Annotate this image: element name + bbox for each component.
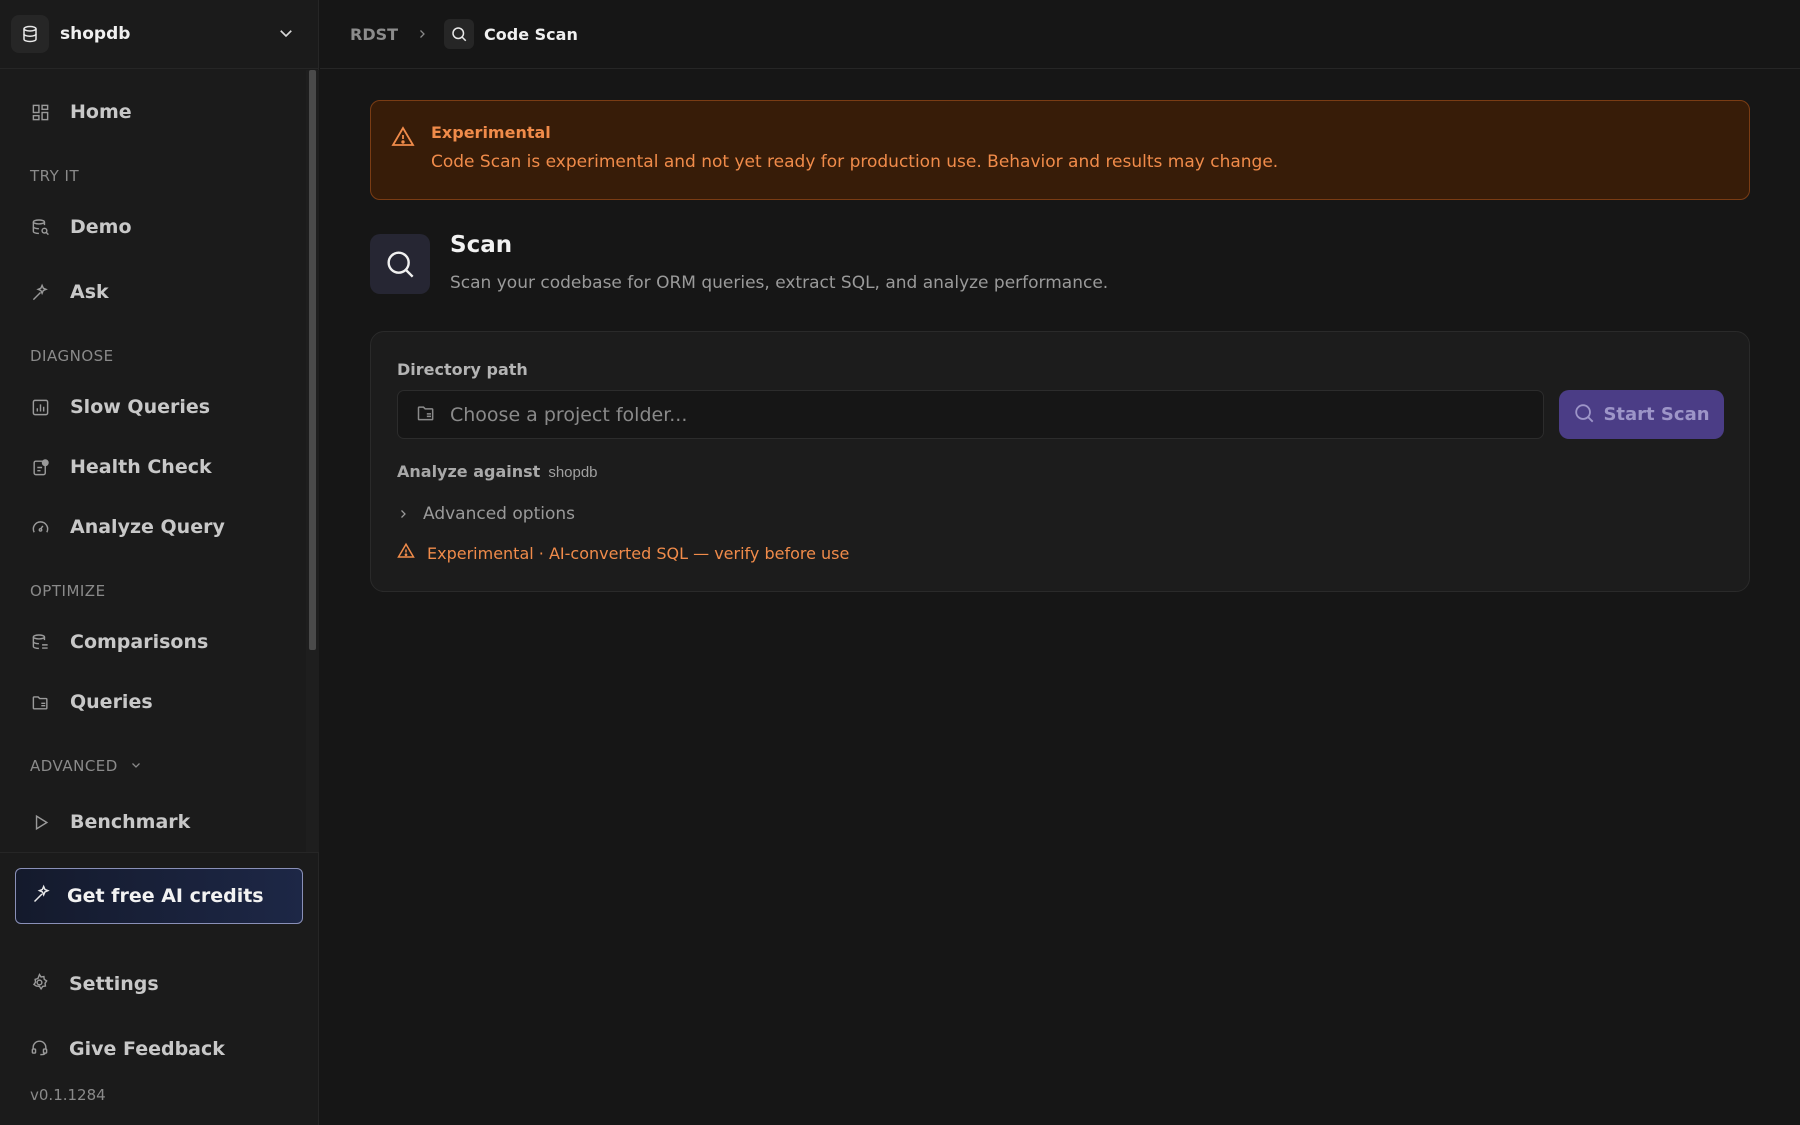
experimental-note: Experimental · AI-converted SQL — verify… (397, 542, 849, 564)
section-advanced[interactable]: ADVANCED (30, 757, 142, 775)
sidebar-item-home[interactable]: Home (0, 88, 306, 136)
sidebar-item-label: Slow Queries (70, 396, 211, 418)
sidebar-item-demo[interactable]: Demo (0, 203, 306, 251)
sidebar-item-label: Health Check (70, 456, 212, 478)
get-ai-credits-label: Get free AI credits (67, 885, 264, 907)
gauge-icon (30, 517, 50, 537)
scan-form: Directory path Choose a project folder..… (370, 331, 1750, 592)
section-label: DIAGNOSE (30, 347, 114, 365)
get-ai-credits-button[interactable]: Get free AI credits (15, 868, 303, 924)
database-search-icon (30, 217, 50, 237)
sidebar-item-label: Ask (70, 281, 109, 303)
analyze-label: Analyze against (397, 462, 541, 481)
search-icon (370, 234, 430, 294)
headset-icon (30, 1038, 49, 1061)
section-try-it: TRY IT (30, 167, 79, 185)
warning-triangle-icon (391, 125, 415, 153)
bar-chart-icon (30, 397, 50, 417)
folder-icon (416, 403, 436, 427)
sidebar-item-label: Analyze Query (70, 516, 225, 538)
sidebar-nav: Home TRY IT Demo Ask DIAGNOSE Slow Queri… (0, 70, 306, 852)
analyze-target: shopdb (548, 464, 598, 481)
start-scan-label: Start Scan (1603, 404, 1710, 425)
directory-label: Directory path (397, 360, 528, 379)
banner-text: Code Scan is experimental and not yet re… (431, 152, 1279, 172)
database-compare-icon (30, 632, 50, 652)
sidebar-item-label: Queries (70, 691, 153, 713)
search-icon (1573, 402, 1595, 428)
start-scan-button[interactable]: Start Scan (1559, 390, 1724, 439)
sidebar-item-slow-queries[interactable]: Slow Queries (0, 383, 306, 431)
database-icon (11, 15, 49, 53)
directory-placeholder: Choose a project folder... (450, 403, 688, 426)
sidebar-item-health-check[interactable]: Health Check (0, 443, 306, 491)
warning-triangle-icon (397, 542, 415, 564)
chevron-down-icon (277, 24, 295, 46)
sidebar-item-queries[interactable]: Queries (0, 678, 306, 726)
sidebar-scrollbar[interactable] (306, 70, 319, 852)
folder-icon (30, 692, 50, 712)
advanced-options-toggle[interactable]: Advanced options (397, 504, 575, 524)
sidebar-item-analyze-query[interactable]: Analyze Query (0, 503, 306, 551)
play-icon (30, 812, 50, 832)
banner-title: Experimental (431, 123, 551, 142)
sidebar-item-ask[interactable]: Ask (0, 268, 306, 316)
sidebar: shopdb Home TRY IT Demo Ask DIAGNOSE Slo… (0, 0, 319, 1125)
chevron-down-icon (130, 757, 142, 775)
gear-icon (30, 972, 49, 996)
sidebar-item-label: Home (70, 101, 132, 123)
sidebar-item-label: Settings (69, 973, 159, 995)
analyze-against: Analyze against shopdb (397, 462, 598, 481)
sidebar-item-feedback[interactable]: Give Feedback (0, 1025, 306, 1073)
breadcrumb: RDST Code Scan (320, 0, 1800, 69)
breadcrumb-root[interactable]: RDST (350, 25, 398, 44)
search-icon (444, 19, 475, 49)
page-subtitle: Scan your codebase for ORM queries, extr… (450, 273, 1109, 293)
sidebar-item-label: Benchmark (70, 811, 191, 833)
sparkle-icon (32, 884, 52, 908)
experimental-banner: Experimental Code Scan is experimental a… (370, 100, 1750, 200)
sidebar-item-comparisons[interactable]: Comparisons (0, 618, 306, 666)
experimental-note-text: Experimental · AI-converted SQL — verify… (427, 543, 850, 563)
sidebar-footer: Get free AI credits Settings Give Feedba… (0, 852, 319, 1125)
page-title: Scan (450, 232, 513, 258)
section-diagnose: DIAGNOSE (30, 347, 114, 365)
scrollbar-thumb[interactable] (309, 70, 316, 650)
sidebar-item-benchmark[interactable]: Benchmark (0, 798, 306, 846)
directory-input[interactable]: Choose a project folder... (397, 390, 1544, 439)
database-name: shopdb (60, 24, 131, 44)
clipboard-check-icon (30, 457, 50, 477)
advanced-options-label: Advanced options (423, 504, 575, 524)
section-label: ADVANCED (30, 757, 118, 775)
section-label: TRY IT (30, 167, 80, 185)
chevron-right-icon (416, 28, 428, 40)
sidebar-item-settings[interactable]: Settings (0, 960, 306, 1008)
chevron-right-icon (397, 505, 409, 524)
sparkle-icon (30, 282, 50, 302)
app-version: v0.1.1284 (30, 1086, 106, 1104)
sidebar-item-label: Comparisons (70, 631, 209, 653)
section-optimize: OPTIMIZE (30, 582, 106, 600)
grid-icon (30, 102, 50, 122)
sidebar-item-label: Demo (70, 216, 132, 238)
sidebar-item-label: Give Feedback (69, 1038, 225, 1060)
database-switcher[interactable]: shopdb (0, 0, 319, 69)
section-label: OPTIMIZE (30, 582, 106, 600)
breadcrumb-current: Code Scan (484, 24, 578, 44)
